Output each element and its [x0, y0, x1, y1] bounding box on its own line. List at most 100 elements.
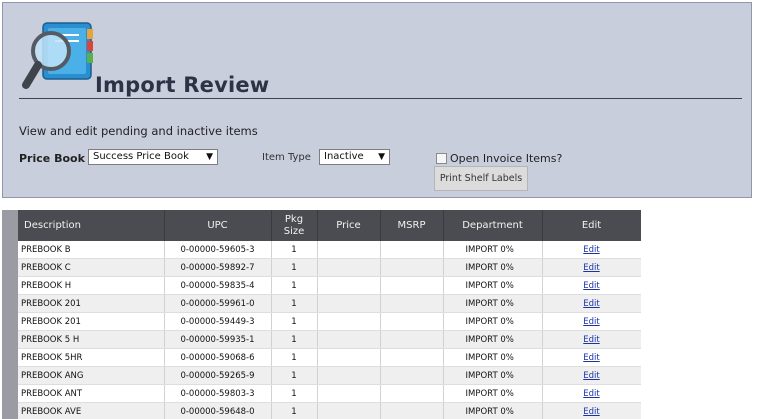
column-header-pkg-size[interactable]: Pkg Size: [271, 210, 318, 241]
table-row: PREBOOK ANT 0-00000-59803-3 1 IMPORT 0% Edit: [18, 384, 641, 403]
cell-description: PREBOOK H: [18, 276, 165, 295]
cell-pkg-size: 1: [271, 258, 318, 277]
table-row: PREBOOK C 0-00000-59892-7 1 IMPORT 0% Edit: [18, 258, 641, 277]
table-row: PREBOOK 201 0-00000-59449-3 1 IMPORT 0% Edit: [18, 312, 641, 331]
cell-description: PREBOOK 5HR: [18, 348, 165, 367]
edit-link[interactable]: Edit: [583, 281, 599, 291]
cell-pkg-size: 1: [271, 366, 318, 385]
cell-msrp: [380, 402, 444, 419]
cell-edit: Edit: [542, 312, 641, 331]
cell-upc: 0-00000-59961-0: [164, 294, 272, 313]
cell-description: PREBOOK 201: [18, 294, 165, 313]
cell-price: [317, 348, 381, 367]
cell-price: [317, 241, 381, 259]
edit-link[interactable]: Edit: [583, 317, 599, 327]
cell-description: PREBOOK ANG: [18, 366, 165, 385]
open-invoice-checkbox[interactable]: [436, 153, 447, 164]
edit-link[interactable]: Edit: [583, 245, 599, 255]
caret-down-icon: ▼: [206, 152, 213, 162]
cell-edit: Edit: [542, 241, 641, 259]
row-selector-bar: [2, 210, 18, 419]
cell-pkg-size: 1: [271, 348, 318, 367]
pkg-size-header-text: Pkg Size: [283, 213, 305, 237]
edit-link[interactable]: Edit: [583, 371, 599, 381]
column-header-description[interactable]: Description: [18, 210, 165, 241]
cell-price: [317, 366, 381, 385]
cell-msrp: [380, 348, 444, 367]
edit-link[interactable]: Edit: [583, 389, 599, 399]
edit-link[interactable]: Edit: [583, 299, 599, 309]
caret-down-icon: ▼: [378, 152, 385, 162]
table-row: PREBOOK 5 H 0-00000-59935-1 1 IMPORT 0% Edit: [18, 330, 641, 349]
column-header-department[interactable]: Department: [443, 210, 543, 241]
cell-department: IMPORT 0%: [443, 276, 543, 295]
page-title: Import Review: [95, 73, 270, 97]
page-subtitle: View and edit pending and inactive items: [19, 124, 258, 138]
cell-upc: 0-00000-59892-7: [164, 258, 272, 277]
cell-price: [317, 312, 381, 331]
table-row: PREBOOK 201 0-00000-59961-0 1 IMPORT 0% Edit: [18, 294, 641, 313]
table-header-row: Description UPC Pkg Size Price MSRP Depa…: [18, 210, 641, 241]
cell-department: IMPORT 0%: [443, 241, 543, 259]
price-book-label: Price Book: [19, 152, 85, 165]
cell-edit: Edit: [542, 330, 641, 349]
cell-upc: 0-00000-59449-3: [164, 312, 272, 331]
cell-edit: Edit: [542, 366, 641, 385]
edit-link[interactable]: Edit: [583, 335, 599, 345]
cell-department: IMPORT 0%: [443, 402, 543, 419]
cell-upc: 0-00000-59835-4: [164, 276, 272, 295]
cell-price: [317, 294, 381, 313]
column-header-price[interactable]: Price: [317, 210, 381, 241]
cell-price: [317, 330, 381, 349]
table-row: PREBOOK B 0-00000-59605-3 1 IMPORT 0% Edit: [18, 241, 641, 259]
cell-upc: 0-00000-59648-0: [164, 402, 272, 419]
cell-upc: 0-00000-59068-6: [164, 348, 272, 367]
price-book-value: Success Price Book: [93, 151, 189, 162]
magnifier-notebook-icon: [22, 22, 93, 89]
cell-pkg-size: 1: [271, 294, 318, 313]
item-type-label: Item Type: [262, 152, 311, 163]
cell-msrp: [380, 294, 444, 313]
cell-department: IMPORT 0%: [443, 312, 543, 331]
cell-department: IMPORT 0%: [443, 348, 543, 367]
cell-edit: Edit: [542, 402, 641, 419]
cell-description: PREBOOK C: [18, 258, 165, 277]
cell-pkg-size: 1: [271, 330, 318, 349]
table-row: PREBOOK 5HR 0-00000-59068-6 1 IMPORT 0% Edit: [18, 348, 641, 367]
edit-link[interactable]: Edit: [583, 353, 599, 363]
table-row: PREBOOK AVE 0-00000-59648-0 1 IMPORT 0% Edit: [18, 402, 641, 419]
cell-msrp: [380, 241, 444, 259]
cell-price: [317, 258, 381, 277]
cell-price: [317, 384, 381, 403]
print-shelf-labels-button[interactable]: Print Shelf Labels: [434, 166, 528, 191]
cell-msrp: [380, 312, 444, 331]
cell-pkg-size: 1: [271, 241, 318, 259]
cell-pkg-size: 1: [271, 384, 318, 403]
table-row: PREBOOK ANG 0-00000-59265-9 1 IMPORT 0% Edit: [18, 366, 641, 385]
cell-description: PREBOOK AVE: [18, 402, 165, 419]
edit-link[interactable]: Edit: [583, 263, 599, 273]
cell-edit: Edit: [542, 348, 641, 367]
cell-department: IMPORT 0%: [443, 258, 543, 277]
cell-price: [317, 276, 381, 295]
item-type-select[interactable]: Inactive ▼: [319, 149, 390, 165]
cell-price: [317, 402, 381, 419]
column-header-msrp[interactable]: MSRP: [380, 210, 444, 241]
open-invoice-label: Open Invoice Items?: [450, 152, 563, 165]
item-type-value: Inactive: [324, 151, 364, 162]
column-header-upc[interactable]: UPC: [164, 210, 272, 241]
items-grid: Description UPC Pkg Size Price MSRP Depa…: [2, 210, 641, 419]
price-book-select[interactable]: Success Price Book ▼: [88, 149, 218, 165]
cell-msrp: [380, 258, 444, 277]
items-table: Description UPC Pkg Size Price MSRP Depa…: [18, 210, 641, 419]
cell-department: IMPORT 0%: [443, 384, 543, 403]
header-panel: Import Review View and edit pending and …: [2, 2, 752, 198]
cell-department: IMPORT 0%: [443, 366, 543, 385]
cell-msrp: [380, 384, 444, 403]
cell-msrp: [380, 276, 444, 295]
cell-department: IMPORT 0%: [443, 330, 543, 349]
edit-link[interactable]: Edit: [583, 407, 599, 417]
cell-description: PREBOOK 201: [18, 312, 165, 331]
cell-upc: 0-00000-59265-9: [164, 366, 272, 385]
cell-edit: Edit: [542, 384, 641, 403]
